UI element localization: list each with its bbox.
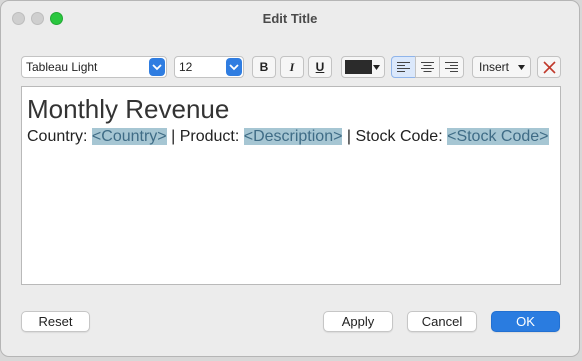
- apply-button[interactable]: Apply: [323, 311, 393, 332]
- dropdown-arrow-icon: [373, 65, 380, 70]
- italic-button[interactable]: I: [280, 56, 304, 78]
- chevron-down-icon: [149, 58, 165, 76]
- title-bar[interactable]: Edit Title: [1, 1, 579, 37]
- insert-label: Insert: [479, 60, 510, 74]
- bold-button[interactable]: B: [252, 56, 276, 78]
- clear-formatting-button[interactable]: [537, 56, 561, 78]
- insert-menu-button[interactable]: Insert: [472, 56, 531, 78]
- product-label: | Product:: [166, 128, 244, 145]
- description-field-tag: <Description>: [243, 128, 343, 145]
- font-family-select[interactable]: Tableau Light: [21, 56, 167, 78]
- align-center-button[interactable]: [415, 56, 440, 78]
- dropdown-arrow-icon: [518, 65, 525, 70]
- title-text-editor[interactable]: Monthly Revenue Country: <Country> | Pro…: [21, 86, 561, 285]
- align-right-button[interactable]: [439, 56, 464, 78]
- color-swatch: [345, 60, 372, 74]
- font-size-value: 12: [179, 60, 193, 74]
- edit-title-dialog: Edit Title Tableau Light 12 B I U Insert…: [0, 0, 580, 357]
- cancel-button[interactable]: Cancel: [407, 311, 477, 332]
- text-color-picker[interactable]: [341, 56, 385, 78]
- ok-button[interactable]: OK: [491, 311, 560, 332]
- clear-x-icon: [543, 61, 556, 74]
- stock-code-label: | Stock Code:: [342, 128, 448, 145]
- align-left-button[interactable]: [391, 56, 416, 78]
- country-field-tag: <Country>: [91, 128, 167, 145]
- font-size-select[interactable]: 12: [174, 56, 244, 78]
- country-label: Country:: [27, 128, 92, 145]
- chevron-down-icon: [226, 58, 242, 76]
- reset-button[interactable]: Reset: [21, 311, 90, 332]
- align-right-icon: [445, 62, 458, 72]
- title-heading: Monthly Revenue: [27, 94, 230, 124]
- font-family-value: Tableau Light: [26, 60, 98, 74]
- underline-button[interactable]: U: [308, 56, 332, 78]
- stock-code-field-tag: <Stock Code>: [447, 128, 549, 145]
- window-title: Edit Title: [262, 11, 318, 26]
- title-subline: Country: <Country> | Product: <Descripti…: [27, 126, 555, 148]
- align-left-icon: [397, 62, 410, 72]
- align-center-icon: [421, 62, 434, 72]
